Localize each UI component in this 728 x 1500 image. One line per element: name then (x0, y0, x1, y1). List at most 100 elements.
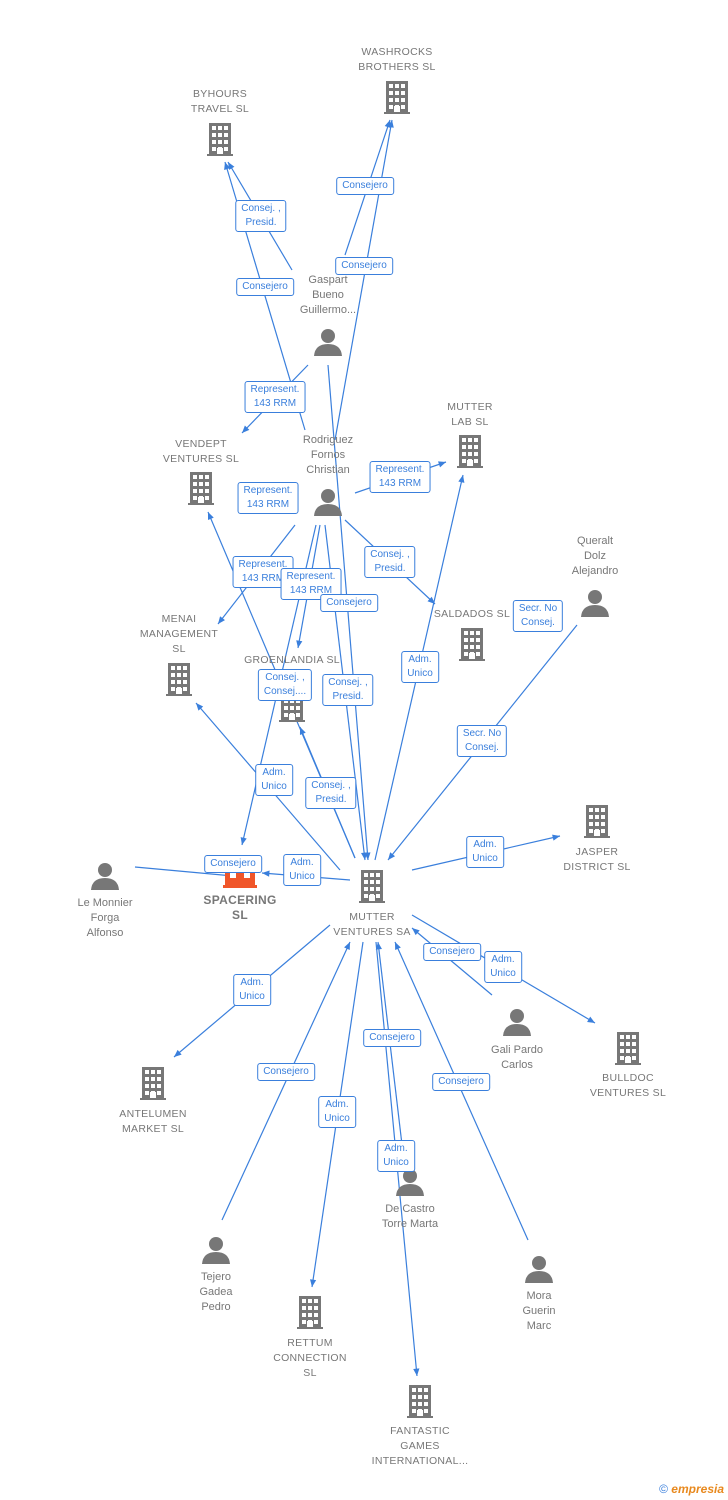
node-label-line: Dolz (583, 550, 607, 562)
building-icon[interactable] (140, 1067, 166, 1100)
person-icon[interactable] (581, 590, 609, 617)
building-icon[interactable] (166, 663, 192, 696)
node-label-rodriguez[interactable]: Rodriguez Fornos Christian (303, 433, 353, 478)
node-label-rettum[interactable]: RETTUM CONNECTION SL (273, 1336, 347, 1381)
building-icon[interactable] (297, 1296, 323, 1329)
edge-label-line: Adm. (491, 954, 515, 965)
edge-label[interactable]: Consejero (336, 177, 394, 195)
node-label-washrocks[interactable]: WASHROCKS BROTHERS SL (358, 45, 435, 75)
edge-label-line: Consej.... (263, 686, 307, 697)
node-label-line: Queralt (576, 535, 614, 547)
edge-label[interactable]: Consejero (335, 257, 393, 275)
edge-label-line: Consejero (429, 946, 475, 957)
edge-label[interactable]: Adm. Unico (377, 1140, 415, 1172)
edge-label[interactable]: Represent. 143 RRM (237, 482, 299, 514)
node-label-line: BULLDOC (602, 1072, 654, 1084)
edge-label[interactable]: Represent. 143 RRM (369, 461, 431, 493)
node-label-line: TRAVEL SL (190, 103, 250, 115)
building-icon[interactable] (615, 1032, 641, 1065)
edge-label-line: Presid. (332, 691, 364, 702)
edge-label[interactable]: Adm. Unico (255, 764, 293, 796)
node-label-vendept[interactable]: VENDEPT VENTURES SL (163, 437, 239, 467)
building-icon[interactable] (407, 1385, 433, 1418)
building-icon[interactable] (207, 123, 233, 156)
node-label-saldados[interactable]: SALDADOS SL (434, 607, 510, 622)
node-label-line: FANTASTIC (390, 1425, 450, 1437)
edge-label-line: 143 RRM (246, 499, 290, 510)
node-label-jasper[interactable]: JASPER DISTRICT SL (563, 845, 630, 875)
edge-label[interactable]: Consejero (320, 594, 378, 612)
node-label-line: MUTTER (349, 911, 395, 923)
node-label-gaspart[interactable]: Gaspart Bueno Guillermo... (300, 273, 356, 318)
edge-label[interactable]: Consej. , Presid. (305, 777, 357, 809)
edge-label-line: Presid. (315, 794, 347, 805)
edge-label-line: Unico (239, 991, 265, 1002)
node-label-line: Bueno (312, 289, 344, 301)
node-label-line: BROTHERS SL (358, 61, 436, 73)
node-label-mutterlab[interactable]: MUTTER LAB SL (447, 400, 493, 430)
edge-label[interactable]: Consej. , Presid. (322, 674, 374, 706)
edge-label[interactable]: Represent. 143 RRM (244, 381, 306, 413)
edge-label-line: Adm. (408, 654, 432, 665)
edge-label-line: Consej. , (311, 780, 351, 791)
person-icon[interactable] (91, 863, 119, 890)
copyright: © empresia (659, 1482, 724, 1496)
building-icon[interactable] (384, 81, 410, 114)
edge-label[interactable]: Consejero (257, 1063, 315, 1081)
building-icon[interactable] (188, 472, 214, 505)
node-label-line: Guerin (522, 1305, 556, 1317)
node-label-decastro[interactable]: De Castro Torre Marta (382, 1202, 438, 1232)
building-icon[interactable] (459, 628, 485, 661)
edge-label[interactable]: Adm. Unico (283, 854, 321, 886)
edge-label[interactable]: Adm. Unico (401, 651, 439, 683)
node-label-line: Fornos (310, 449, 346, 461)
edge-label-line: Consej. , (241, 203, 281, 214)
node-label-lemonnier[interactable]: Le Monnier Forga Alfonso (77, 896, 132, 941)
edge-label[interactable]: Adm. Unico (233, 974, 271, 1006)
edge-label[interactable]: Adm. Unico (318, 1096, 356, 1128)
person-icon[interactable] (525, 1256, 553, 1283)
node-label-line: RETTUM (287, 1337, 333, 1349)
edge-label[interactable]: Consej. , Presid. (235, 200, 287, 232)
edge-label[interactable]: Consejero (363, 1029, 421, 1047)
edge-label[interactable]: Consejero (423, 943, 481, 961)
edge-label[interactable]: Consej. , Presid. (364, 546, 416, 578)
node-label-tejero[interactable]: Tejero Gadea Pedro (199, 1270, 232, 1315)
node-label-fantastic[interactable]: FANTASTIC GAMES INTERNATIONAL... (372, 1424, 469, 1469)
person-icon[interactable] (314, 329, 342, 356)
edge-label[interactable]: Consej. , Consej.... (257, 669, 313, 701)
edge-label[interactable]: Secr. No Consej. (512, 600, 564, 632)
person-icon[interactable] (503, 1009, 531, 1036)
node-label-bulldoc[interactable]: BULLDOC VENTURES SL (590, 1071, 666, 1101)
building-icon[interactable] (457, 435, 483, 468)
building-icon[interactable] (359, 870, 385, 903)
node-label-line: JASPER (575, 846, 619, 858)
node-label-line: VENDEPT (175, 438, 227, 450)
node-label-mora[interactable]: Mora Guerin Marc (522, 1289, 555, 1334)
node-label-menai[interactable]: MENAI MANAGEMENT SL (140, 612, 218, 657)
node-label-line: Alfonso (86, 927, 124, 939)
person-icon[interactable] (314, 489, 342, 516)
edge-label[interactable]: Adm. Unico (484, 951, 522, 983)
node-label-line: Carlos (501, 1059, 533, 1071)
node-label-line: SL (172, 643, 186, 655)
node-label-mutterventures[interactable]: MUTTER VENTURES SA (333, 910, 410, 940)
person-icon[interactable] (202, 1237, 230, 1264)
edge-label-line: Represent. (250, 384, 300, 395)
edge-label-line: Unico (261, 781, 287, 792)
building-icon[interactable] (584, 805, 610, 838)
edge-label-line: Presid. (374, 563, 406, 574)
node-label-queralt[interactable]: Queralt Dolz Alejandro (572, 534, 618, 579)
edge-label-line: Consejero (326, 597, 372, 608)
node-label-antelumen[interactable]: ANTELUMEN MARKET SL (119, 1107, 186, 1137)
node-label-spacering[interactable]: SPACERING SL (203, 893, 276, 923)
node-label-gali[interactable]: Gali Pardo Carlos (491, 1043, 543, 1073)
node-label-byhours[interactable]: BYHOURS TRAVEL SL (191, 87, 249, 117)
edge-label[interactable]: Adm. Unico (466, 836, 504, 868)
edge-label[interactable]: Secr. No Consej. (456, 725, 508, 757)
edge-label[interactable]: Consejero (432, 1073, 490, 1091)
person-icon[interactable] (396, 1169, 424, 1196)
edge-label[interactable]: Consejero (204, 855, 262, 873)
edge-label[interactable]: Consejero (236, 278, 294, 296)
node-label-groenlandia[interactable]: GROENLANDIA SL (244, 653, 340, 668)
